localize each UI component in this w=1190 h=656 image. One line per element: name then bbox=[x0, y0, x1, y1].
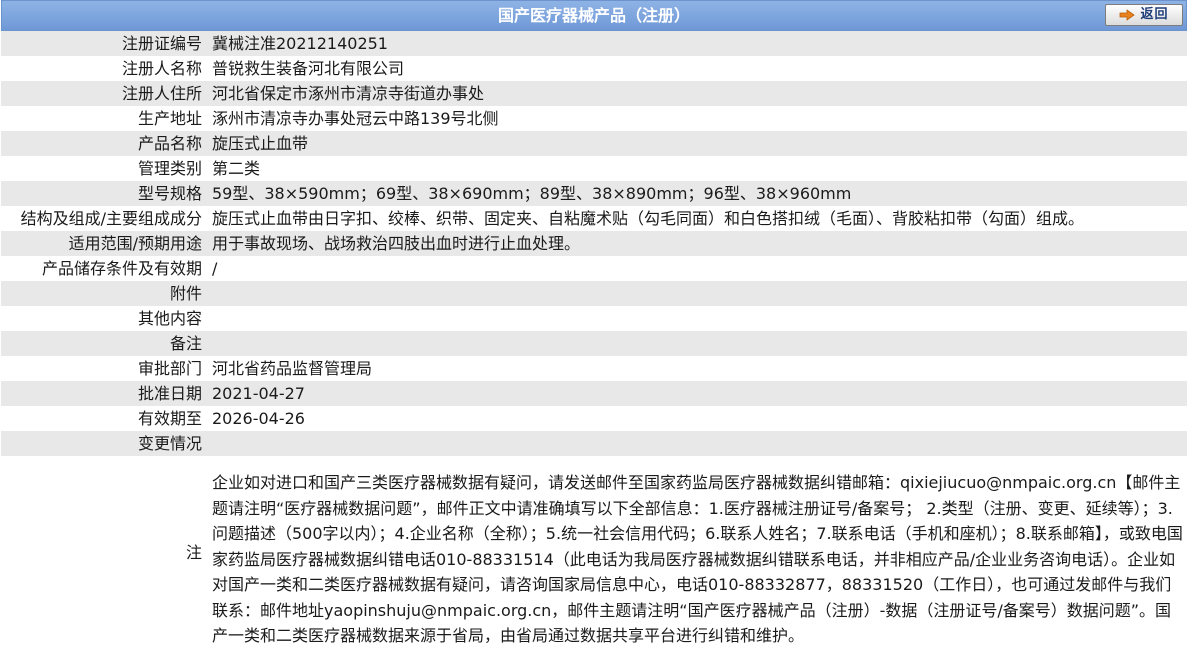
back-button-label: 返回 bbox=[1140, 7, 1169, 22]
field-value bbox=[206, 306, 1187, 331]
field-value: 旋压式止血带 bbox=[206, 131, 1187, 156]
note-text: 企业如对进口和国产三类医疗器械数据有疑问，请发送邮件至国家药监局医疗器械数据纠错… bbox=[206, 456, 1187, 649]
field-value: 河北省保定市涿州市清凉寺街道办事处 bbox=[206, 81, 1187, 106]
note-row: 注 企业如对进口和国产三类医疗器械数据有疑问，请发送邮件至国家药监局医疗器械数据… bbox=[1, 456, 1187, 649]
field-value: 旋压式止血带由日字扣、绞棒、织带、固定夹、自粘魔术贴（勾毛同面）和白色搭扣绒（毛… bbox=[206, 206, 1187, 231]
field-value: 59型、38×590mm；69型、38×690mm；89型、38×890mm；9… bbox=[206, 181, 1187, 206]
back-button[interactable]: 返回 bbox=[1105, 4, 1183, 26]
field-label: 有效期至 bbox=[1, 406, 206, 431]
table-row: 管理类别 第二类 bbox=[1, 156, 1187, 181]
table-row: 结构及组成/主要组成成分 旋压式止血带由日字扣、绞棒、织带、固定夹、自粘魔术贴（… bbox=[1, 206, 1187, 231]
field-label: 审批部门 bbox=[1, 356, 206, 381]
field-label: 适用范围/预期用途 bbox=[1, 231, 206, 256]
table-row: 适用范围/预期用途 用于事故现场、战场救治四肢出血时进行止血处理。 bbox=[1, 231, 1187, 256]
table-row: 其他内容 bbox=[1, 306, 1187, 331]
table-row: 产品名称 旋压式止血带 bbox=[1, 131, 1187, 156]
field-label: 注册证编号 bbox=[1, 31, 206, 56]
table-row: 有效期至 2026-04-26 bbox=[1, 406, 1187, 431]
table-row: 注册人名称 普锐救生装备河北有限公司 bbox=[1, 56, 1187, 81]
detail-page: 国产医疗器械产品（注册） 返回 注册证编号 冀械注准20212140251 注册… bbox=[0, 0, 1190, 656]
field-label: 型号规格 bbox=[1, 181, 206, 206]
field-label: 管理类别 bbox=[1, 156, 206, 181]
table-row: 批准日期 2021-04-27 bbox=[1, 381, 1187, 406]
field-value: 2021-04-27 bbox=[206, 381, 1187, 406]
field-label: 附件 bbox=[1, 281, 206, 306]
field-label: 备注 bbox=[1, 331, 206, 356]
field-label: 生产地址 bbox=[1, 106, 206, 131]
table-row: 注册证编号 冀械注准20212140251 bbox=[1, 31, 1187, 56]
table-row: 生产地址 涿州市清凉寺办事处冠云中路139号北侧 bbox=[1, 106, 1187, 131]
field-value bbox=[206, 281, 1187, 306]
table-row: 审批部门 河北省药品监督管理局 bbox=[1, 356, 1187, 381]
field-value: 第二类 bbox=[206, 156, 1187, 181]
field-value bbox=[206, 331, 1187, 356]
field-value: 涿州市清凉寺办事处冠云中路139号北侧 bbox=[206, 106, 1187, 131]
field-label: 注册人住所 bbox=[1, 81, 206, 106]
table-row: 附件 bbox=[1, 281, 1187, 306]
field-value bbox=[206, 431, 1187, 456]
table-row: 变更情况 bbox=[1, 431, 1187, 456]
page-title: 国产医疗器械产品（注册） bbox=[497, 6, 690, 25]
table-row: 注册人住所 河北省保定市涿州市清凉寺街道办事处 bbox=[1, 81, 1187, 106]
field-label: 产品储存条件及有效期 bbox=[1, 256, 206, 281]
field-value: 普锐救生装备河北有限公司 bbox=[206, 56, 1187, 81]
field-value: 河北省药品监督管理局 bbox=[206, 356, 1187, 381]
field-value: 用于事故现场、战场救治四肢出血时进行止血处理。 bbox=[206, 231, 1187, 256]
page-header: 国产医疗器械产品（注册） 返回 bbox=[1, 0, 1187, 31]
field-label: 结构及组成/主要组成成分 bbox=[1, 206, 206, 231]
table-row: 产品储存条件及有效期 / bbox=[1, 256, 1187, 281]
arrow-right-icon bbox=[1120, 9, 1136, 21]
field-value: / bbox=[206, 256, 1187, 281]
table-row: 型号规格 59型、38×590mm；69型、38×690mm；89型、38×89… bbox=[1, 181, 1187, 206]
field-value: 2026-04-26 bbox=[206, 406, 1187, 431]
field-label: 变更情况 bbox=[1, 431, 206, 456]
registration-info-table: 注册证编号 冀械注准20212140251 注册人名称 普锐救生装备河北有限公司… bbox=[1, 31, 1187, 649]
field-label: 产品名称 bbox=[1, 131, 206, 156]
field-label: 注册人名称 bbox=[1, 56, 206, 81]
field-label: 其他内容 bbox=[1, 306, 206, 331]
note-label: 注 bbox=[1, 456, 206, 649]
table-row: 备注 bbox=[1, 331, 1187, 356]
field-value: 冀械注准20212140251 bbox=[206, 31, 1187, 56]
field-label: 批准日期 bbox=[1, 381, 206, 406]
